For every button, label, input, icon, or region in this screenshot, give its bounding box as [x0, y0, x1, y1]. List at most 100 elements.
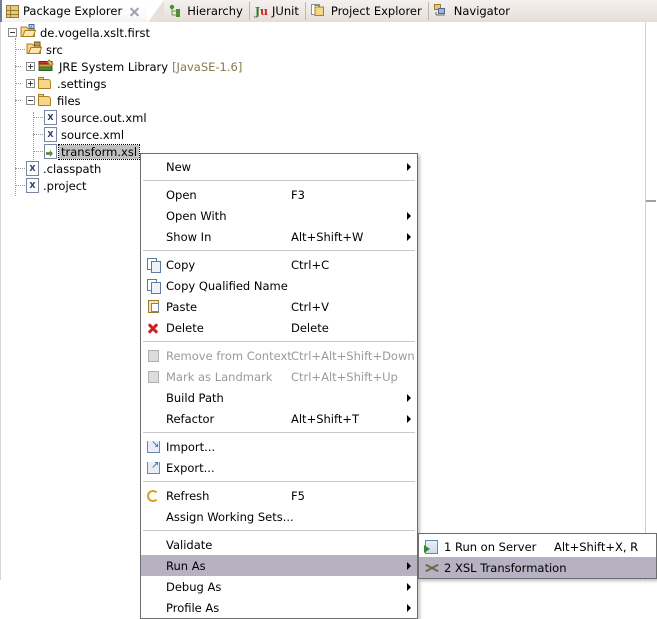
- menu-item-icon: [145, 390, 163, 406]
- tree-guide-line: [15, 168, 25, 169]
- tab-project-explorer[interactable]: Project Explorer: [306, 0, 429, 22]
- expander-icon[interactable]: [26, 79, 35, 88]
- menu-item-profile-as[interactable]: Profile As: [141, 597, 417, 618]
- paste-icon: [145, 299, 163, 315]
- menu-item-mark-as-landmark: Mark as Landmark Ctrl+Alt+Shift+Up: [141, 366, 417, 387]
- submenu-arrow-icon: [407, 211, 411, 220]
- tab-hierarchy[interactable]: Hierarchy: [164, 0, 250, 22]
- tree-item-label: de.vogella.xslt.first: [40, 25, 150, 40]
- tree-item-settings[interactable]: .settings: [15, 75, 107, 92]
- menu-item-debug-as[interactable]: Debug As: [141, 576, 417, 597]
- expander-icon[interactable]: [26, 96, 35, 105]
- menu-item-label: Import...: [166, 439, 216, 454]
- tab-junit[interactable]: Ju JUnit: [250, 0, 306, 22]
- view-tab-bar: Package Explorer Hierarchy Ju JUnit Proj…: [0, 0, 657, 23]
- context-menu[interactable]: New Open F3 Open With Show In Alt+Shift+…: [140, 153, 418, 619]
- java-project-icon: J: [20, 24, 37, 41]
- jre-library-icon: [38, 58, 55, 75]
- tab-label: JUnit: [272, 4, 299, 18]
- menu-item-label: Paste: [166, 299, 198, 314]
- export-icon: ↗: [145, 460, 163, 476]
- menu-item-label: Copy: [166, 257, 196, 272]
- menu-item-label: Build Path: [166, 390, 224, 405]
- menu-item-copy-qualified-name[interactable]: Copy Qualified Name: [141, 275, 417, 296]
- tree-item-source-out-xml[interactable]: X source.out.xml: [33, 109, 147, 126]
- menu-item-run-as[interactable]: Run As: [141, 555, 417, 576]
- tree-guide-line: [15, 38, 16, 196]
- tree-guide-line: [33, 134, 43, 135]
- menu-item-export[interactable]: ↗ Export...: [141, 457, 417, 478]
- menu-item-refresh[interactable]: Refresh F5: [141, 485, 417, 506]
- remove-from-context-icon: [145, 348, 163, 364]
- submenu-item-run-on-server[interactable]: 1 Run on Server Alt+Shift+X, R: [419, 536, 656, 557]
- menu-item-build-path[interactable]: Build Path: [141, 387, 417, 408]
- menu-item-paste[interactable]: Paste Ctrl+V: [141, 296, 417, 317]
- menu-item-label: Copy Qualified Name: [166, 278, 288, 293]
- menu-item-accel: Alt+Shift+W: [291, 229, 364, 244]
- menu-item-label: Assign Working Sets...: [166, 509, 294, 524]
- package-explorer-icon: [6, 4, 19, 18]
- tab-navigator[interactable]: Navigator: [429, 0, 517, 22]
- tree-item-project[interactable]: J de.vogella.xslt.first: [8, 24, 150, 41]
- copy-icon: [145, 257, 163, 273]
- close-icon[interactable]: [129, 6, 140, 17]
- vertical-scrollbar-thumb[interactable]: [646, 200, 656, 202]
- run-on-server-icon: [423, 539, 441, 555]
- submenu-arrow-icon: [407, 232, 411, 241]
- menu-item-remove-from-context: Remove from Context Ctrl+Alt+Shift+Down: [141, 345, 417, 366]
- run-as-submenu[interactable]: 1 Run on Server Alt+Shift+X, R 2 XSL Tra…: [418, 533, 657, 579]
- tree-guide-line: [15, 185, 25, 186]
- menu-item-open-with[interactable]: Open With: [141, 205, 417, 226]
- submenu-arrow-icon: [407, 561, 411, 570]
- menu-item-label: Delete: [166, 320, 204, 335]
- menu-item-delete[interactable]: Delete Delete: [141, 317, 417, 338]
- submenu-item-xsl-transformation[interactable]: 2 XSL Transformation: [419, 557, 656, 578]
- menu-item-validate[interactable]: Validate: [141, 534, 417, 555]
- menu-separator: [143, 341, 415, 342]
- menu-item-label: Refresh: [166, 488, 210, 503]
- tree-item-source-xml[interactable]: X source.xml: [33, 126, 125, 143]
- submenu-arrow-icon: [407, 582, 411, 591]
- tree-guide-line: [15, 66, 21, 67]
- tree-guide-line: [15, 100, 21, 101]
- menu-item-open[interactable]: Open F3: [141, 184, 417, 205]
- expander-icon[interactable]: [8, 28, 17, 37]
- tree-item-label: source.xml: [61, 127, 125, 142]
- menu-item-label: Open: [166, 187, 197, 202]
- tree-guide-line: [15, 49, 25, 50]
- tab-package-explorer[interactable]: Package Explorer: [0, 0, 148, 22]
- menu-item-label: New: [166, 159, 192, 174]
- menu-item-copy[interactable]: Copy Ctrl+C: [141, 254, 417, 275]
- tree-item-label: .project: [43, 178, 87, 193]
- menu-item-import[interactable]: ↘ Import...: [141, 436, 417, 457]
- source-folder-icon: [26, 41, 43, 58]
- xsl-transformation-icon: [423, 560, 441, 576]
- menu-item-accel: F3: [291, 187, 305, 202]
- menu-item-label: Remove from Context: [166, 348, 292, 363]
- navigator-icon: [433, 3, 450, 19]
- submenu-item-accel: Alt+Shift+X, R: [554, 539, 639, 554]
- tree-item-transform-xsl[interactable]: transform.xsl: [33, 143, 141, 160]
- menu-separator: [143, 180, 415, 181]
- menu-item-show-in[interactable]: Show In Alt+Shift+W: [141, 226, 417, 247]
- menu-item-accel: F5: [291, 488, 305, 503]
- delete-icon: [145, 320, 163, 336]
- tree-item-files[interactable]: files: [15, 92, 81, 109]
- submenu-arrow-icon: [407, 393, 411, 402]
- tree-item-label: .settings: [57, 76, 107, 91]
- expander-icon[interactable]: [26, 62, 35, 71]
- submenu-item-label: 1 Run on Server: [444, 539, 537, 554]
- menu-item-new[interactable]: New: [141, 156, 417, 177]
- tree-item-project-file[interactable]: X .project: [15, 177, 87, 194]
- menu-item-icon: [145, 600, 163, 616]
- menu-item-icon: [145, 159, 163, 175]
- tree-item-classpath[interactable]: X .classpath: [15, 160, 101, 177]
- submenu-arrow-icon: [407, 162, 411, 171]
- folder-icon: [38, 94, 53, 107]
- menu-item-label: Profile As: [166, 600, 220, 615]
- menu-item-assign-working-sets[interactable]: Assign Working Sets...: [141, 506, 417, 527]
- tree-item-src[interactable]: src: [15, 41, 63, 58]
- menu-item-refactor[interactable]: Refactor Alt+Shift+T: [141, 408, 417, 429]
- tree-item-jre-system-library[interactable]: JRE System Library [JavaSE-1.6]: [15, 58, 242, 75]
- menu-item-label: Mark as Landmark: [166, 369, 273, 384]
